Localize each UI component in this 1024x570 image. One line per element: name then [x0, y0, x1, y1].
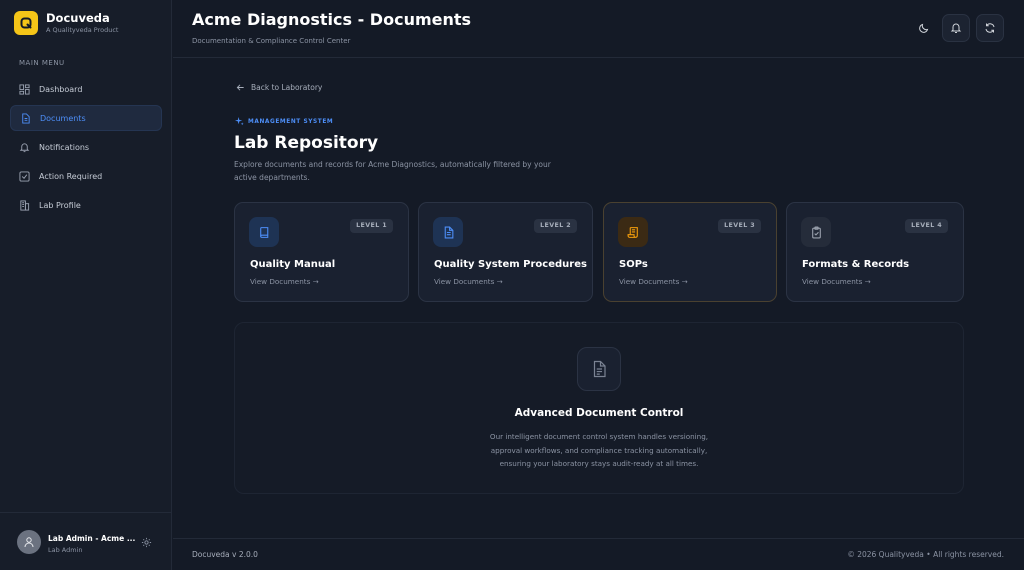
avatar[interactable]: [17, 530, 41, 554]
card-quality-system-procedures[interactable]: LEVEL 2 Quality System Procedures View D…: [418, 202, 593, 302]
footer: Docuveda v 2.0.0 © 2026 Qualityveda • Al…: [173, 538, 1024, 570]
theme-toggle-button[interactable]: [910, 14, 938, 42]
menu-heading: MAIN MENU: [19, 59, 65, 67]
user-role: Lab Admin: [48, 546, 83, 554]
clipboard-check-icon: [811, 226, 821, 238]
sidebar-item-notifications[interactable]: Notifications: [10, 134, 162, 160]
card-formats-records[interactable]: LEVEL 4 Formats & Records View Documents…: [786, 202, 964, 302]
dashboard-icon: [19, 83, 30, 95]
page-title: Acme Diagnostics - Documents: [192, 10, 472, 29]
sidebar-item-documents[interactable]: Documents: [10, 105, 162, 131]
advanced-document-control-panel: Advanced Document Control Our intelligen…: [234, 322, 964, 494]
section-eyebrow: MANAGEMENT SYSTEM: [235, 117, 333, 126]
brand-logo-icon: [14, 11, 38, 35]
bell-icon: [19, 142, 30, 152]
sidebar: Docuveda A Qualityveda Product MAIN MENU…: [0, 0, 172, 570]
sidebar-nav: Dashboard Documents Notifications Action…: [10, 76, 162, 221]
user-name: Lab Admin - Acme ...: [48, 534, 136, 543]
view-documents-link[interactable]: View Documents →: [619, 277, 688, 286]
sidebar-item-label: Dashboard: [39, 84, 83, 94]
adc-icon-container: [577, 347, 621, 391]
file-text-icon: [444, 226, 453, 238]
sidebar-item-label: Action Required: [39, 171, 103, 181]
page-subtitle: Documentation & Compliance Control Cente…: [192, 37, 351, 45]
sidebar-item-action-required[interactable]: Action Required: [10, 163, 162, 189]
back-link-label: Back to Laboratory: [251, 83, 323, 92]
checkbox-icon: [19, 170, 30, 182]
view-documents-link[interactable]: View Documents →: [802, 277, 871, 286]
user-panel: Lab Admin - Acme ... Lab Admin: [0, 512, 171, 570]
card-title: Quality Manual: [250, 259, 336, 270]
view-documents-link[interactable]: View Documents →: [250, 277, 319, 286]
arrow-left-icon: [236, 84, 244, 91]
level-badge: LEVEL 4: [905, 219, 948, 233]
file-text-icon: [593, 360, 606, 378]
adc-title: Advanced Document Control: [514, 407, 684, 419]
gear-icon[interactable]: [141, 537, 152, 548]
user-icon: [24, 537, 34, 548]
card-title: Formats & Records: [802, 259, 910, 270]
app-version: Docuveda v 2.0.0: [192, 550, 258, 559]
moon-icon: [919, 23, 929, 33]
back-to-laboratory-link[interactable]: Back to Laboratory: [236, 83, 322, 92]
book-icon: [259, 226, 268, 238]
card-icon-container: [433, 217, 463, 247]
adc-description: Our intelligent document control system …: [489, 432, 709, 468]
bell-icon: [950, 23, 962, 33]
sidebar-item-lab-profile[interactable]: Lab Profile: [10, 192, 162, 218]
section-description: Explore documents and records for Acme D…: [234, 160, 551, 182]
building-icon: [20, 199, 30, 211]
level-badge: LEVEL 3: [718, 219, 761, 233]
header: Acme Diagnostics - Documents Documentati…: [173, 0, 1024, 58]
card-icon-container: [618, 217, 648, 247]
document-icon: [22, 112, 30, 124]
sidebar-item-label: Notifications: [39, 142, 90, 152]
card-quality-manual[interactable]: LEVEL 1 Quality Manual View Documents →: [234, 202, 409, 302]
card-icon-container: [801, 217, 831, 247]
brand-tagline: A Qualityveda Product: [46, 26, 119, 34]
card-title: Quality System Procedures: [434, 259, 587, 270]
card-icon-container: [249, 217, 279, 247]
card-title: SOPs: [619, 259, 648, 270]
view-documents-link[interactable]: View Documents →: [434, 277, 503, 286]
sparkle-icon: [235, 117, 244, 126]
refresh-icon: [985, 23, 995, 33]
brand-name: Docuveda: [46, 11, 110, 25]
copyright: © 2026 Qualityveda • All rights reserved…: [847, 550, 1004, 559]
sidebar-item-label: Lab Profile: [39, 200, 81, 210]
level-badge: LEVEL 1: [350, 219, 393, 233]
eyebrow-label: MANAGEMENT SYSTEM: [248, 118, 334, 125]
level-badge: LEVEL 2: [534, 219, 577, 233]
brand[interactable]: Docuveda A Qualityveda Product: [14, 11, 118, 35]
refresh-button[interactable]: [976, 14, 1004, 42]
sidebar-item-dashboard[interactable]: Dashboard: [10, 76, 162, 102]
notifications-button[interactable]: [942, 14, 970, 42]
scroll-icon: [627, 226, 638, 238]
card-sops[interactable]: LEVEL 3 SOPs View Documents →: [603, 202, 777, 302]
section-title: Lab Repository: [234, 133, 379, 153]
sidebar-item-label: Documents: [40, 113, 86, 123]
